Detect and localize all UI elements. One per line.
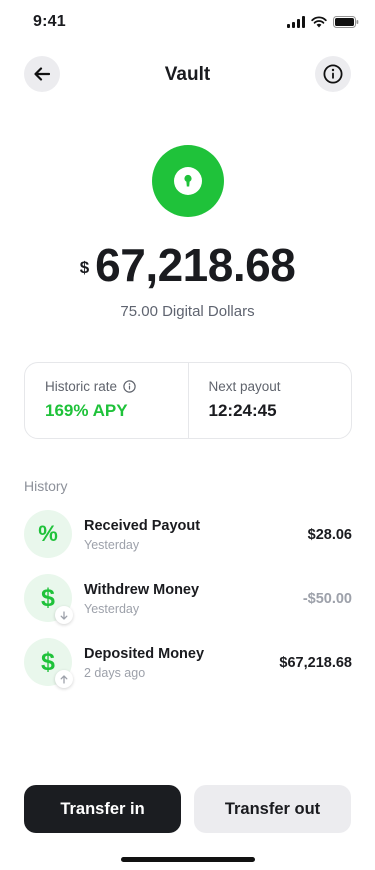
history-list: % Received Payout Yesterday $28.06 $ Wit… (24, 510, 352, 702)
history-item-text: Deposited Money 2 days ago (84, 646, 204, 680)
history-item-date: Yesterday (84, 602, 140, 616)
history-item-amount: -$50.00 (302, 591, 352, 607)
status-bar: 9:41 (0, 0, 375, 44)
balance-digital-dollars: 75.00 Digital Dollars (120, 303, 255, 320)
percent-icon: % (24, 510, 72, 558)
balance-amount: 67,218.68 (95, 239, 296, 291)
transfer-out-button[interactable]: Transfer out (194, 785, 351, 833)
vault-info-card: Historic rate 169% APY Next payout 12:24… (24, 362, 352, 439)
history-item-title: Deposited Money (84, 646, 205, 662)
history-heading: History (24, 478, 68, 494)
info-button[interactable] (315, 56, 351, 92)
dollar-glyph: $ (41, 647, 55, 676)
status-time: 9:41 (33, 13, 66, 30)
history-item-received-payout[interactable]: % Received Payout Yesterday $28.06 (24, 510, 352, 574)
next-payout-cell: Next payout 12:24:45 (187, 363, 352, 438)
historic-rate-cell: Historic rate 169% APY (25, 363, 188, 438)
info-icon[interactable] (123, 380, 136, 393)
home-indicator[interactable] (121, 857, 255, 862)
historic-rate-label: Historic rate (45, 379, 118, 394)
history-item-text: Withdrew Money Yesterday (84, 582, 199, 616)
next-payout-value: 12:24:45 (208, 401, 277, 420)
cellular-signal-icon (287, 16, 305, 28)
historic-rate-value: 169% APY (45, 401, 128, 420)
wifi-icon (311, 16, 327, 28)
history-item-deposited-money[interactable]: $ Deposited Money 2 days ago $67,218.68 (24, 638, 352, 702)
percent-glyph: % (38, 521, 58, 546)
dollar-glyph: $ (41, 583, 55, 612)
history-item-title: Withdrew Money (84, 582, 200, 598)
history-item-withdrew-money[interactable]: $ Withdrew Money Yesterday -$50.00 (24, 574, 352, 638)
info-icon (323, 64, 343, 84)
vault-lock-icon (152, 145, 224, 217)
arrow-down-icon (55, 606, 73, 624)
status-icons (287, 16, 359, 28)
dollar-icon: $ (24, 574, 73, 624)
dollar-icon: $ (24, 638, 73, 688)
history-item-amount: $28.06 (307, 527, 352, 543)
battery-icon (333, 16, 359, 28)
historic-rate-label-row: Historic rate (45, 379, 168, 394)
balance-currency-symbol: $ (79, 258, 90, 277)
history-item-title: Received Payout (84, 518, 201, 534)
history-item-amount: $67,218.68 (279, 655, 352, 671)
history-item-text: Received Payout Yesterday (84, 518, 200, 552)
header: Vault (0, 56, 375, 94)
transfer-in-button[interactable]: Transfer in (24, 785, 181, 833)
history-item-date: Yesterday (84, 538, 140, 552)
history-item-date: 2 days ago (84, 666, 146, 680)
next-payout-label: Next payout (208, 379, 281, 394)
keyhole-icon (174, 167, 202, 195)
vault-balance: $ 67,218.68 (0, 236, 375, 294)
arrow-up-icon (55, 670, 73, 688)
